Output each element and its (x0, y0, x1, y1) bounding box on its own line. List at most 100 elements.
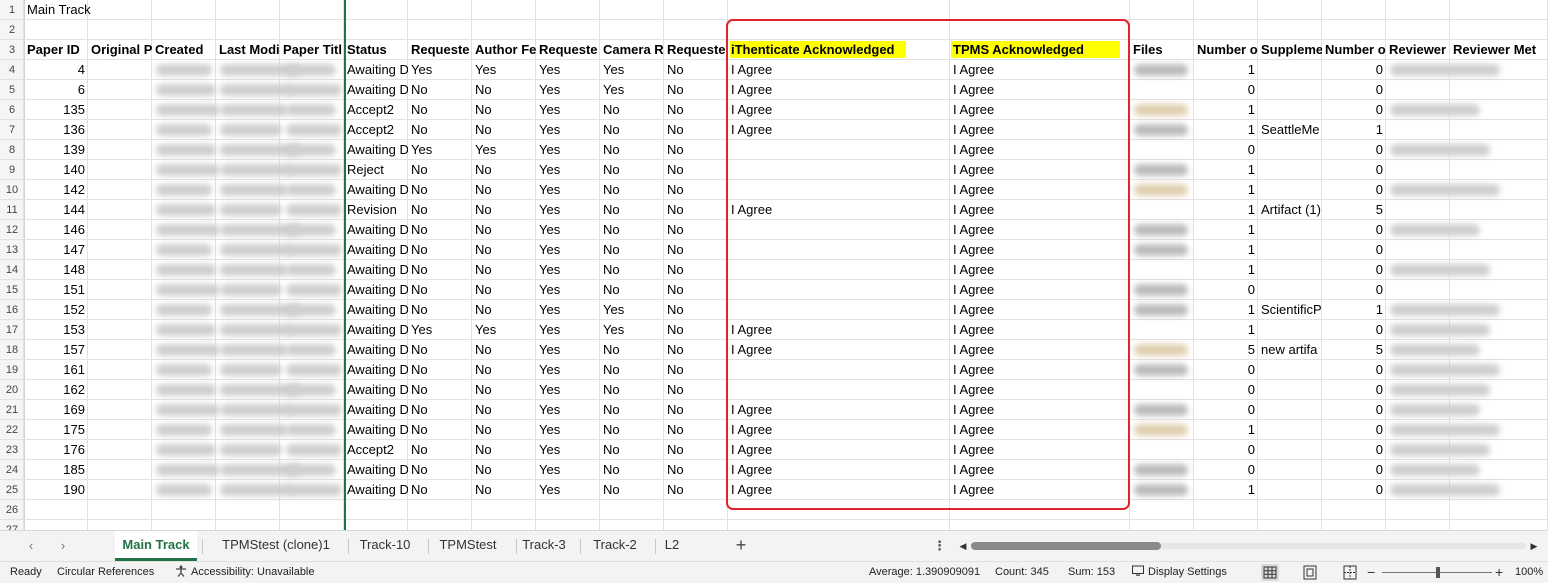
requested-cell[interactable]: No (664, 440, 728, 460)
title-cell[interactable]: Main Track (24, 0, 224, 20)
number-of-files-cell[interactable]: 0 (1194, 280, 1258, 300)
requested-cell[interactable]: No (408, 460, 472, 480)
requested-cell[interactable]: No (664, 460, 728, 480)
requested-cell[interactable]: No (664, 60, 728, 80)
column-header-cell[interactable]: Created (152, 40, 216, 60)
camera-ready-cell[interactable]: Yes (600, 300, 664, 320)
number-of-files-cell[interactable]: 0 (1194, 460, 1258, 480)
row-number[interactable]: 16 (0, 300, 24, 320)
zoom-level[interactable]: 100% (1515, 562, 1543, 583)
requested-cell[interactable]: Yes (536, 180, 600, 200)
requested-cell[interactable]: Yes (536, 160, 600, 180)
scroll-tabs-left-icon[interactable]: ‹ (22, 537, 40, 555)
column-header-cell[interactable]: Last Modi (216, 40, 280, 60)
author-feedback-cell[interactable]: No (472, 480, 536, 500)
camera-ready-cell[interactable]: Yes (600, 60, 664, 80)
row-number[interactable]: 23 (0, 440, 24, 460)
requested-cell[interactable]: No (664, 240, 728, 260)
paper-id-cell[interactable]: 139 (24, 140, 88, 160)
camera-ready-cell[interactable]: No (600, 220, 664, 240)
row-number[interactable]: 12 (0, 220, 24, 240)
requested-cell[interactable]: No (408, 280, 472, 300)
supplementary-cell[interactable]: Artifact (1) (1258, 200, 1322, 220)
more-options-icon[interactable]: ⋮ (933, 535, 946, 557)
requested-cell[interactable]: Yes (536, 80, 600, 100)
horizontal-scrollbar[interactable]: ◀ ▶ (957, 538, 1540, 554)
supplementary-cell[interactable] (1258, 140, 1322, 160)
sheet-tab[interactable]: TPMStest (425, 531, 511, 561)
column-header-cell[interactable]: Number o (1194, 40, 1258, 60)
requested-cell[interactable]: No (408, 400, 472, 420)
requested-cell[interactable]: No (408, 200, 472, 220)
number-of-reviewers-cell[interactable]: 0 (1322, 80, 1386, 100)
paper-id-cell[interactable]: 142 (24, 180, 88, 200)
zoom-slider-thumb[interactable] (1436, 567, 1440, 578)
sheet-tab[interactable]: L2 (654, 531, 690, 561)
scroll-right-arrow-icon[interactable]: ▶ (1528, 538, 1540, 554)
paper-id-cell[interactable]: 161 (24, 360, 88, 380)
author-feedback-cell[interactable]: No (472, 160, 536, 180)
requested-cell[interactable]: No (664, 400, 728, 420)
requested-cell[interactable]: No (664, 160, 728, 180)
supplementary-cell[interactable]: new artifa (1258, 340, 1322, 360)
camera-ready-cell[interactable]: No (600, 280, 664, 300)
author-feedback-cell[interactable]: No (472, 440, 536, 460)
number-of-files-cell[interactable]: 0 (1194, 400, 1258, 420)
row-number[interactable]: 18 (0, 340, 24, 360)
supplementary-cell[interactable] (1258, 420, 1322, 440)
requested-cell[interactable]: No (664, 120, 728, 140)
author-feedback-cell[interactable]: No (472, 400, 536, 420)
column-header-cell[interactable]: Paper Titl (280, 40, 344, 60)
supplementary-cell[interactable] (1258, 180, 1322, 200)
number-of-files-cell[interactable]: 1 (1194, 420, 1258, 440)
requested-cell[interactable]: No (408, 380, 472, 400)
row-number[interactable]: 8 (0, 140, 24, 160)
supplementary-cell[interactable] (1258, 60, 1322, 80)
author-feedback-cell[interactable]: No (472, 460, 536, 480)
paper-id-cell[interactable]: 135 (24, 100, 88, 120)
requested-cell[interactable]: No (664, 220, 728, 240)
requested-cell[interactable]: Yes (536, 380, 600, 400)
camera-ready-cell[interactable]: No (600, 440, 664, 460)
requested-cell[interactable]: Yes (536, 200, 600, 220)
number-of-reviewers-cell[interactable]: 0 (1322, 400, 1386, 420)
row-number[interactable]: 5 (0, 80, 24, 100)
camera-ready-cell[interactable]: No (600, 480, 664, 500)
requested-cell[interactable]: Yes (536, 340, 600, 360)
number-of-reviewers-cell[interactable]: 0 (1322, 280, 1386, 300)
requested-cell[interactable]: No (408, 240, 472, 260)
number-of-files-cell[interactable]: 5 (1194, 340, 1258, 360)
requested-cell[interactable]: Yes (536, 260, 600, 280)
sheet-tab[interactable]: Track-10 (347, 531, 423, 561)
column-header-cell[interactable]: Suppleme (1258, 40, 1322, 60)
row-number[interactable]: 13 (0, 240, 24, 260)
camera-ready-cell[interactable]: No (600, 260, 664, 280)
number-of-files-cell[interactable]: 1 (1194, 160, 1258, 180)
camera-ready-cell[interactable]: No (600, 380, 664, 400)
author-feedback-cell[interactable]: No (472, 220, 536, 240)
supplementary-cell[interactable] (1258, 400, 1322, 420)
requested-cell[interactable]: No (408, 420, 472, 440)
number-of-files-cell[interactable]: 0 (1194, 440, 1258, 460)
column-header-cell[interactable]: Requeste (408, 40, 472, 60)
supplementary-cell[interactable] (1258, 240, 1322, 260)
author-feedback-cell[interactable]: No (472, 180, 536, 200)
column-header-cell[interactable]: Reviewer (1386, 40, 1450, 60)
column-header-cell[interactable]: Files (1130, 40, 1194, 60)
requested-cell[interactable]: No (408, 300, 472, 320)
status-cell[interactable]: Awaiting D (344, 420, 408, 440)
camera-ready-cell[interactable]: Yes (600, 320, 664, 340)
supplementary-cell[interactable] (1258, 80, 1322, 100)
camera-ready-cell[interactable]: No (600, 100, 664, 120)
supplementary-cell[interactable]: SeattleMe (1258, 120, 1322, 140)
number-of-reviewers-cell[interactable]: 0 (1322, 260, 1386, 280)
circular-references-status[interactable]: Circular References (57, 562, 154, 583)
requested-cell[interactable]: Yes (536, 360, 600, 380)
requested-cell[interactable]: Yes (536, 220, 600, 240)
number-of-reviewers-cell[interactable]: 5 (1322, 200, 1386, 220)
status-cell[interactable]: Awaiting D (344, 220, 408, 240)
column-header-cell[interactable]: Camera R (600, 40, 664, 60)
requested-cell[interactable]: Yes (536, 460, 600, 480)
requested-cell[interactable]: No (664, 300, 728, 320)
status-cell[interactable]: Reject (344, 160, 408, 180)
